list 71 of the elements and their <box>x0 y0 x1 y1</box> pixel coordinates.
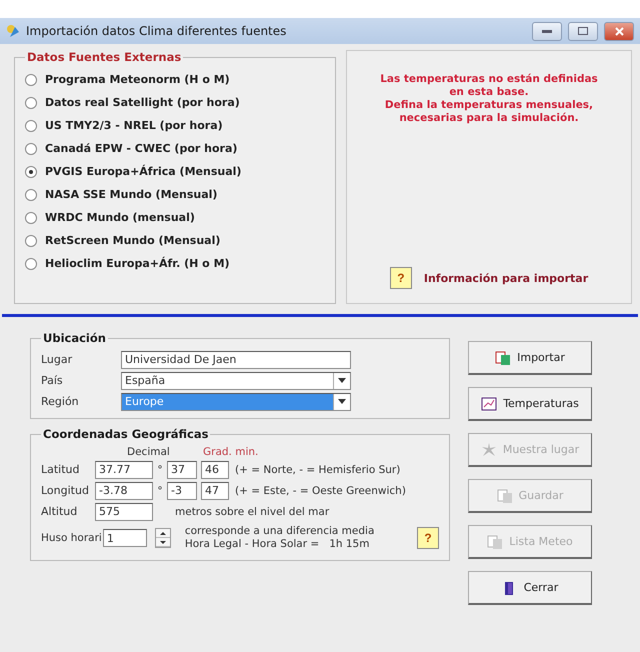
starburst-icon <box>480 442 497 458</box>
field-note: (+ = Norte, - = Hemisferio Sur) <box>235 464 400 476</box>
documents-icon <box>495 350 512 366</box>
column-header: Decimal <box>127 446 171 458</box>
help-button[interactable]: ? <box>390 267 412 289</box>
group-title: Coordenadas Geográficas <box>42 427 210 441</box>
radio-button[interactable] <box>25 234 37 246</box>
field-note: (+ = Este, - = Oeste Greenwich) <box>235 484 406 496</box>
source-option[interactable]: US TMY2/3 - NREL (por hora) <box>25 114 325 137</box>
close-icon <box>614 26 624 36</box>
spinner[interactable] <box>154 528 171 548</box>
field-label: Huso horari <box>41 532 102 544</box>
radio-button[interactable] <box>25 258 37 270</box>
app-icon <box>6 24 20 38</box>
minimize-button[interactable] <box>532 22 562 40</box>
source-option[interactable]: Helioclim Europa+Áfr. (H o M) <box>25 252 325 275</box>
radio-button[interactable] <box>25 96 37 108</box>
radio-button[interactable] <box>25 142 37 154</box>
warning-message: Las temperaturas no están definidas en esta base. Defina la temperaturas mensuales, necesarias para la simulación. <box>380 73 598 125</box>
chart-icon <box>481 396 498 412</box>
input-field[interactable]: -3.78 <box>95 482 153 500</box>
input-field[interactable]: Universidad De Jaen <box>121 350 351 368</box>
radio-button[interactable] <box>25 74 37 86</box>
input-field[interactable]: -3 <box>167 482 197 500</box>
group-title: Datos Fuentes Externas <box>26 50 182 64</box>
field-label: País <box>41 374 64 387</box>
radio-button[interactable] <box>25 188 37 200</box>
input-field[interactable]: 47 <box>201 482 229 500</box>
group-title: Ubicación <box>42 331 107 345</box>
field-label: Longitud <box>41 484 90 497</box>
source-option[interactable]: Canadá EPW - CWEC (por hora) <box>25 137 325 160</box>
source-option[interactable]: PVGIS Europa+África (Mensual) <box>25 160 325 183</box>
action-button[interactable]: Importar <box>468 341 592 375</box>
help-button[interactable]: ? <box>417 527 439 549</box>
caret-icon <box>338 399 346 404</box>
degree-sign: ° <box>156 464 164 476</box>
field-label: Lugar <box>41 353 74 366</box>
action-button[interactable]: Temperaturas <box>468 387 592 421</box>
documents-icon <box>496 488 513 504</box>
field-label: Región <box>41 395 80 408</box>
field-note: metros sobre el nivel del mar <box>175 506 330 518</box>
source-option[interactable]: RetScreen Mundo (Mensual) <box>25 229 325 252</box>
input-field[interactable]: 575 <box>95 502 153 520</box>
caret-icon <box>338 378 346 383</box>
source-option[interactable]: Programa Meteonorm (H o M) <box>25 68 325 91</box>
action-button[interactable]: Cerrar <box>468 571 592 605</box>
degree-sign: ° <box>156 484 164 496</box>
down-icon <box>160 540 166 544</box>
field-label: Altitud <box>41 505 78 518</box>
dropdown-field[interactable]: España <box>121 372 351 390</box>
column-header: Grad. min. <box>203 446 258 458</box>
radio-button[interactable] <box>25 166 37 178</box>
input-field[interactable]: 46 <box>201 460 229 478</box>
info-label: Información para importar <box>424 272 588 284</box>
input-field[interactable]: 37 <box>167 460 197 478</box>
minimize-icon <box>542 30 552 32</box>
up-icon <box>160 532 166 534</box>
radio-button[interactable] <box>25 212 37 224</box>
field-label: Latitud <box>41 463 81 476</box>
maximize-button[interactable] <box>568 22 598 40</box>
field-note: corresponde a una diferencia media Hora Legal - Hora Solar = 1h 15m <box>184 525 374 551</box>
maximize-icon <box>578 27 588 35</box>
radio-button[interactable] <box>25 120 37 132</box>
source-option[interactable]: NASA SSE Mundo (Mensual) <box>25 183 325 206</box>
window-title: Importación datos Clima diferentes fuentes <box>26 24 288 38</box>
source-option[interactable]: WRDC Mundo (mensual) <box>25 206 325 229</box>
close-button[interactable] <box>604 22 634 40</box>
source-option[interactable]: Datos real Satellight (por hora) <box>25 91 325 114</box>
input-field[interactable]: 37.77 <box>95 460 153 478</box>
input-field[interactable]: 1 <box>102 529 147 547</box>
documents-icon <box>487 534 504 550</box>
